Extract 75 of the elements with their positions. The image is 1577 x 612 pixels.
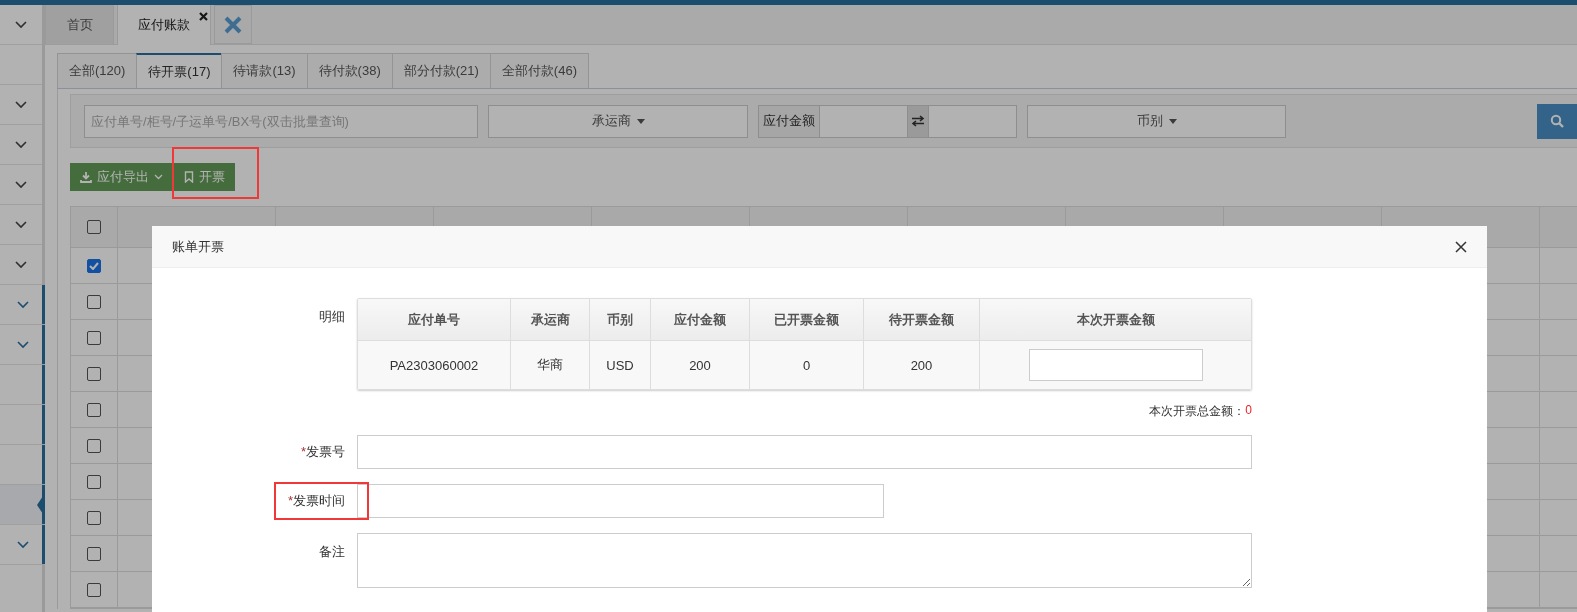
- chevron-down-icon: [16, 340, 29, 349]
- column-header: 已开票金额: [750, 299, 864, 340]
- table-cell: USD: [590, 341, 651, 389]
- chevron-down-icon: [15, 20, 27, 29]
- download-icon: [80, 171, 92, 183]
- checkbox[interactable]: [87, 510, 101, 525]
- invoice-number-field[interactable]: [357, 435, 1252, 469]
- close-icon[interactable]: [199, 12, 208, 21]
- chevron-down-icon: [16, 300, 29, 309]
- dialog-title: 账单开票: [172, 237, 224, 256]
- status-tab[interactable]: 待请款(13): [221, 53, 308, 88]
- close-button[interactable]: [1453, 238, 1469, 255]
- field-label: *发票时间: [287, 492, 345, 510]
- date-field[interactable]: [357, 484, 884, 518]
- status-tab[interactable]: 全部付款(46): [489, 53, 589, 88]
- sidebar-item[interactable]: [0, 485, 45, 525]
- checkbox[interactable]: [87, 294, 101, 309]
- chevron-down-icon: [15, 180, 27, 189]
- swap-icon[interactable]: [908, 104, 929, 138]
- status-tab[interactable]: 待付款(38): [306, 53, 393, 88]
- invoice-amount-field[interactable]: [1028, 349, 1203, 381]
- table-cell: 0: [750, 341, 864, 389]
- status-tab[interactable]: 全部(120): [57, 53, 138, 88]
- caret-icon: [154, 174, 163, 180]
- sidebar-item[interactable]: [0, 405, 45, 445]
- column-header: 承运商: [511, 299, 590, 340]
- checkbox[interactable]: [87, 546, 101, 561]
- column-header: 本次开票金额: [1075, 310, 1156, 329]
- table-cell: PA2303060002: [358, 341, 511, 389]
- carrier-dropdown[interactable]: 承运商: [488, 104, 748, 138]
- action-button[interactable]: 应付导出: [70, 163, 173, 191]
- action-button[interactable]: 开票: [174, 163, 235, 191]
- checkbox[interactable]: [87, 402, 101, 417]
- bookmark-icon: [184, 171, 194, 183]
- search-icon: [1550, 114, 1564, 128]
- close-all-button[interactable]: [214, 5, 252, 44]
- column-header: 币别: [590, 299, 651, 340]
- amount-label: 应付金额: [758, 104, 820, 138]
- total-value: 0: [1245, 403, 1252, 419]
- currency-dropdown[interactable]: 币别: [1027, 104, 1286, 138]
- table-cell: 200: [864, 341, 980, 389]
- remark-field[interactable]: [357, 533, 1252, 588]
- amount-min-field[interactable]: [820, 104, 908, 138]
- page-tab[interactable]: 应付账款: [117, 5, 211, 45]
- chevron-down-icon: [15, 140, 27, 149]
- field-label: *发票号: [300, 443, 345, 461]
- search-button[interactable]: [1537, 103, 1577, 139]
- page-tab[interactable]: 首页: [45, 5, 114, 44]
- sidebar-item[interactable]: [0, 325, 45, 365]
- table-cell: 200: [651, 341, 750, 389]
- field-label: 明细: [319, 308, 345, 326]
- status-tab[interactable]: 部分付款(21): [391, 53, 491, 88]
- checkbox[interactable]: [87, 366, 101, 381]
- total-label: 本次开票总金额：: [1149, 403, 1246, 420]
- chevron-down-icon: [15, 100, 27, 109]
- checkbox[interactable]: [87, 474, 101, 489]
- chevron-down-icon: [15, 260, 27, 269]
- chevron-down-icon: [16, 540, 29, 549]
- sidebar-item[interactable]: [0, 445, 45, 485]
- sidebar-item[interactable]: [0, 285, 45, 325]
- chevron-down-icon: [15, 220, 27, 229]
- column-header: 应付金额: [651, 299, 750, 340]
- checkbox[interactable]: [87, 220, 101, 234]
- checkbox[interactable]: [87, 582, 101, 597]
- sidebar-item[interactable]: [0, 365, 45, 405]
- close-icon: [224, 15, 242, 34]
- amount-max-field[interactable]: [929, 104, 1017, 138]
- column-header: 应付单号: [358, 299, 511, 340]
- field-label: 备注: [319, 543, 345, 561]
- checkbox[interactable]: [87, 258, 101, 273]
- checkbox[interactable]: [87, 438, 101, 453]
- sidebar-item[interactable]: [0, 525, 45, 565]
- column-header: 待开票金额: [864, 299, 980, 340]
- table-cell: 华商: [511, 341, 590, 389]
- checkbox[interactable]: [87, 330, 101, 345]
